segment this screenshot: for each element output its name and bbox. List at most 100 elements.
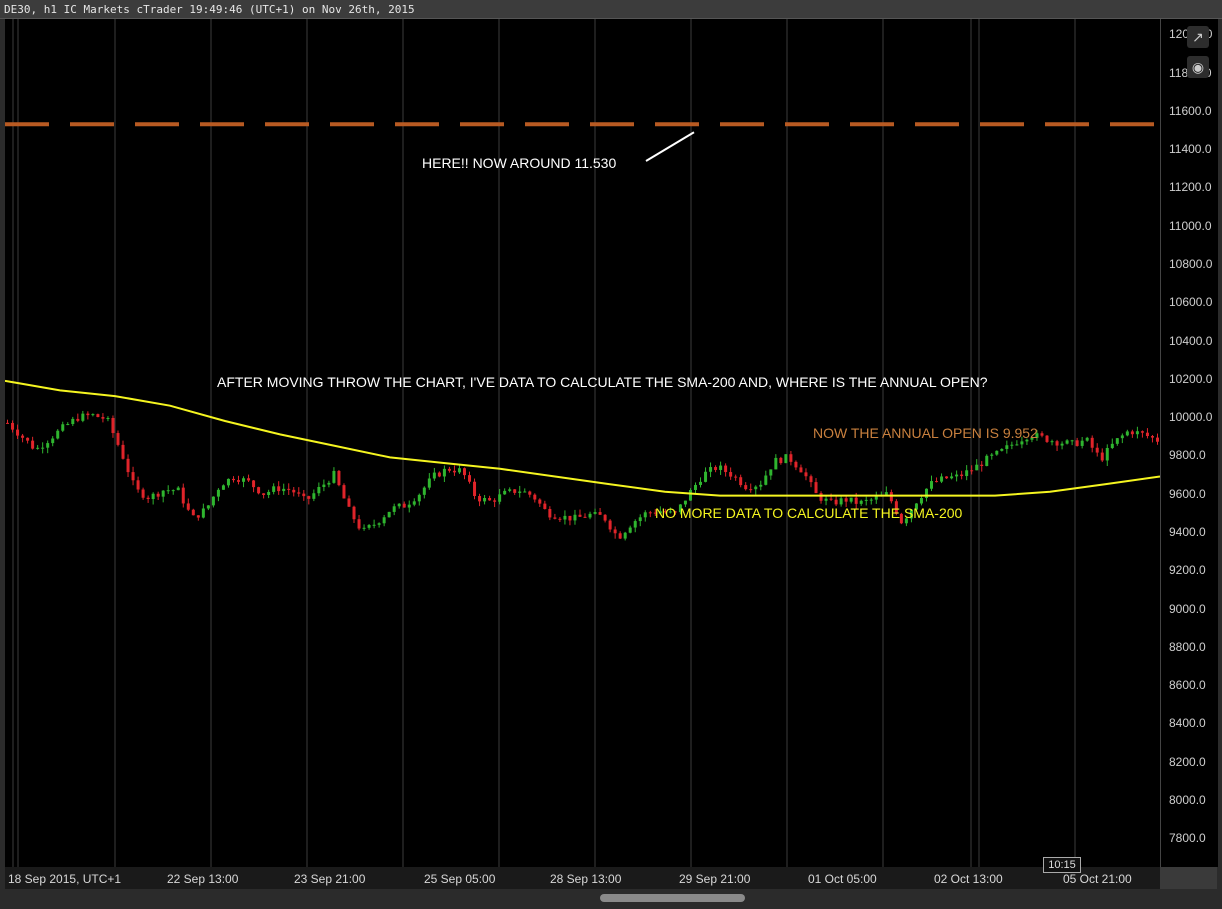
candle-body	[327, 482, 331, 485]
candle-body	[709, 467, 713, 472]
candle-body	[402, 503, 406, 508]
candle-body	[794, 461, 798, 468]
candle-body	[573, 514, 577, 521]
candle-body	[960, 474, 964, 477]
y-tick-label: 9800.0	[1169, 448, 1206, 463]
candle-body	[889, 492, 893, 502]
screenshot-button[interactable]: ◉	[1187, 56, 1209, 78]
price-axis[interactable]: 12000.011800.011600.011400.011200.011000…	[1160, 19, 1218, 867]
candle-body	[1110, 443, 1114, 449]
candle-body	[814, 482, 818, 494]
candle-body	[869, 499, 873, 501]
y-tick-label: 10200.0	[1169, 371, 1213, 386]
candle-body	[1070, 440, 1074, 442]
candle-body	[131, 472, 135, 481]
candle-body	[955, 474, 959, 477]
time-axis[interactable]: 18 Sep 2015, UTC+1 22 Sep 13:00 23 Sep 21:…	[5, 867, 1160, 889]
no-data-annotation: NO MORE DATA TO CALCULATE THE SMA-200	[655, 505, 963, 521]
candle-body	[76, 418, 80, 421]
candle-body	[101, 417, 105, 419]
candle-body	[724, 465, 728, 473]
candle-body	[789, 454, 793, 462]
candle-body	[688, 489, 692, 501]
candle-body	[769, 469, 773, 476]
candle-body	[935, 481, 939, 483]
candle-body	[809, 476, 813, 483]
candle-body	[247, 478, 251, 481]
y-tick-label: 11600.0	[1169, 103, 1212, 118]
candle-body	[965, 470, 969, 477]
candle-body	[839, 498, 843, 505]
x-tick-label: 02 Oct 13:00	[934, 872, 1003, 886]
candle-body	[1135, 431, 1139, 435]
candle-body	[488, 498, 492, 501]
candle-body	[608, 520, 612, 530]
crosshair-time-badge: 10:15	[1043, 857, 1081, 873]
candle-body	[422, 487, 426, 495]
candle-body	[643, 512, 647, 518]
y-tick-label: 8800.0	[1169, 639, 1206, 654]
candle-body	[216, 489, 220, 497]
candle-body	[1085, 437, 1089, 441]
candle-body	[156, 493, 160, 497]
candle-body	[332, 470, 336, 483]
candle-body	[106, 418, 110, 420]
candle-body	[683, 500, 687, 505]
candle-body	[221, 485, 225, 490]
candle-body	[734, 476, 738, 478]
candle-body	[297, 492, 301, 494]
candle-body	[543, 503, 547, 510]
x-tick-label: 23 Sep 21:00	[294, 872, 366, 886]
candle-body	[242, 478, 246, 482]
candle-body	[126, 458, 130, 473]
candle-body	[292, 489, 296, 493]
candle-body	[749, 489, 753, 491]
candle-body	[16, 429, 20, 436]
candle-body	[759, 484, 763, 487]
candle-body	[995, 450, 999, 455]
candle-body	[51, 438, 55, 444]
candle-body	[237, 480, 241, 482]
candle-body	[31, 440, 35, 449]
candle-body	[719, 465, 723, 470]
candle-body	[844, 498, 848, 502]
candle-body	[111, 418, 115, 434]
candle-body	[618, 533, 622, 539]
here-annotation: HERE!! NOW AROUND 11.530	[422, 155, 617, 171]
y-tick-label: 10400.0	[1169, 333, 1213, 348]
horizontal-scrollbar[interactable]	[0, 889, 1222, 909]
candle-body	[548, 509, 552, 518]
window-title-bar: DE30, h1 IC Markets cTrader 19:49:46 (UT…	[0, 0, 1222, 19]
candle-body	[86, 413, 90, 416]
candle-body	[563, 515, 567, 520]
y-tick-label: 11000.0	[1169, 218, 1212, 233]
candle-body	[231, 478, 235, 481]
candlestick-chart[interactable]	[4, 19, 1161, 867]
chart-plot-area[interactable]: HERE!! NOW AROUND 11.530 AFTER MOVING TH…	[4, 19, 1161, 867]
external-link-icon: ↗	[1192, 29, 1204, 45]
candle-body	[56, 430, 60, 439]
candle-body	[337, 470, 341, 486]
candle-body	[407, 504, 411, 508]
candle-body	[96, 414, 100, 418]
candle-body	[930, 481, 934, 489]
candle-body	[980, 464, 984, 467]
popout-button[interactable]: ↗	[1187, 26, 1209, 48]
candle-body	[6, 422, 10, 424]
y-tick-label: 9200.0	[1169, 563, 1206, 578]
moving-annotation: AFTER MOVING THROW THE CHART, I'VE DATA …	[217, 374, 988, 390]
candle-body	[558, 518, 562, 520]
candle-body	[704, 471, 708, 482]
candle-body	[498, 494, 502, 502]
candle-body	[352, 506, 356, 520]
candle-body	[457, 468, 461, 473]
candle-body	[272, 486, 276, 492]
candle-body	[186, 503, 190, 510]
y-tick-label: 11400.0	[1169, 142, 1212, 157]
candle-body	[945, 476, 949, 479]
scrollbar-thumb[interactable]	[600, 894, 745, 902]
camera-icon: ◉	[1191, 59, 1205, 75]
candle-body	[392, 506, 396, 512]
y-tick-label: 9600.0	[1169, 486, 1206, 501]
candle-body	[61, 424, 65, 431]
